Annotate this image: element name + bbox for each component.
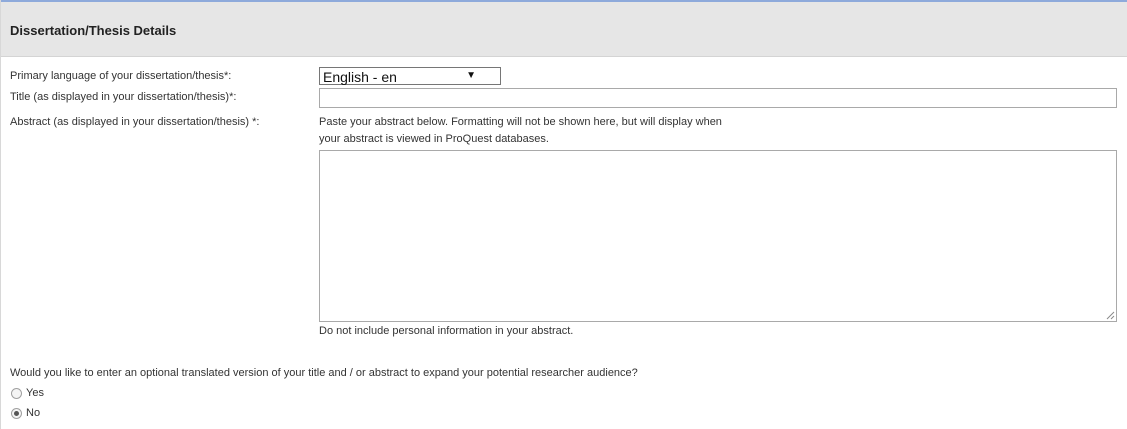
- radio-yes-label: Yes: [26, 387, 44, 399]
- dropdown-arrow-icon: ▼: [466, 70, 476, 81]
- panel-title: Dissertation/Thesis Details: [10, 23, 177, 38]
- radio-no[interactable]: [11, 407, 22, 419]
- language-select-value: English - en: [323, 69, 397, 85]
- dissertation-details-panel: Dissertation/Thesis Details Primary lang…: [0, 0, 1127, 429]
- abstract-help-line-2: your abstract is viewed in ProQuest data…: [319, 133, 549, 145]
- radio-no-label: No: [26, 407, 41, 419]
- abstract-label: Abstract (as displayed in your dissertat…: [10, 116, 260, 128]
- abstract-note: Do not include personal information in y…: [319, 325, 574, 337]
- title-label: Title (as displayed in your dissertation…: [10, 91, 237, 103]
- language-label: Primary language of your dissertation/th…: [10, 70, 232, 82]
- radio-option-no[interactable]: No: [11, 406, 40, 420]
- translation-question: Would you like to enter an optional tran…: [10, 367, 638, 379]
- abstract-textarea[interactable]: [319, 150, 1117, 322]
- resize-grip-icon[interactable]: [1105, 310, 1115, 320]
- panel-header: Dissertation/Thesis Details: [1, 0, 1127, 57]
- radio-yes[interactable]: [11, 387, 22, 399]
- title-input[interactable]: [319, 88, 1117, 108]
- radio-option-yes[interactable]: Yes: [11, 386, 44, 400]
- language-select[interactable]: English - en ▼: [319, 67, 501, 85]
- abstract-help-line-1: Paste your abstract below. Formatting wi…: [319, 116, 722, 128]
